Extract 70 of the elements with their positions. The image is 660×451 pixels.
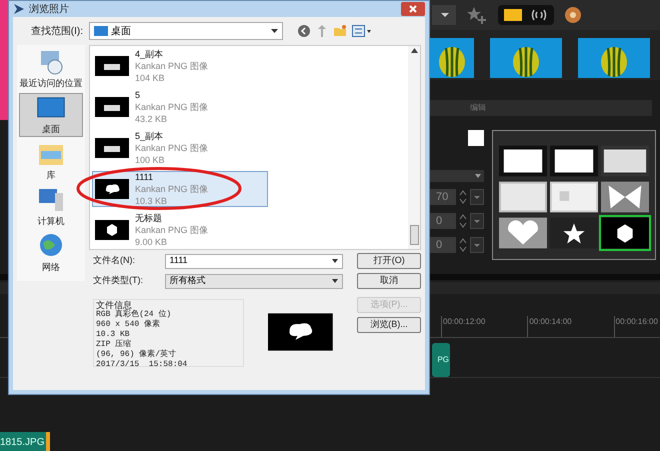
mask-thumbnail[interactable]: [499, 181, 547, 213]
field-label: 文件类型(T):: [93, 274, 144, 288]
look-in-dropdown[interactable]: 桌面: [89, 22, 283, 40]
scrollbar[interactable]: [408, 46, 420, 249]
dropdown-icon[interactable]: [470, 213, 484, 229]
file-item[interactable]: 1111 Kankan PNG 图像 10.3 KB: [92, 171, 268, 207]
file-item[interactable]: 5 Kankan PNG 图像 43.2 KB: [92, 89, 268, 125]
window-title: 浏览照片: [29, 2, 70, 16]
look-in-value: 桌面: [111, 24, 132, 38]
mask-thumbnail[interactable]: [499, 217, 547, 249]
file-info-line: RGB 真彩色(24 位): [96, 310, 172, 319]
filename-field[interactable]: 1111: [164, 254, 344, 268]
close-icon[interactable]: [401, 2, 425, 16]
file-info-title: 文件信息: [96, 300, 132, 310]
mask-thumbnail[interactable]: [550, 145, 598, 177]
mask-thumbnail[interactable]: [601, 217, 649, 249]
video-clip[interactable]: PG: [432, 343, 450, 377]
caret-icon: [332, 259, 338, 263]
back-icon[interactable]: [297, 24, 311, 38]
balloon-thumbnail: [490, 38, 562, 78]
file-info-line: ZIP 压缩: [96, 340, 132, 350]
spin-arrows-icon[interactable]: [458, 189, 468, 205]
scroll-up-icon[interactable]: [410, 48, 418, 53]
balloon-thumbnail: [578, 38, 650, 78]
dropdown-icon[interactable]: [432, 5, 456, 25]
spin-arrows-icon[interactable]: [458, 213, 468, 229]
timecode-label: 00:00:14:00: [527, 316, 574, 337]
star-plus-icon[interactable]: [466, 6, 488, 24]
image-thumbnail: [95, 179, 129, 199]
new-folder-icon[interactable]: [333, 24, 347, 38]
file-info-line: 10.3 KB: [96, 330, 131, 339]
place-item[interactable]: 最近访问的位置: [19, 47, 83, 91]
mask-thumbnail[interactable]: [550, 181, 598, 213]
dropdown-icon[interactable]: [470, 189, 484, 205]
file-info-line: 960 x 540 像素: [96, 320, 162, 330]
dialog-button[interactable]: 取消: [357, 273, 421, 289]
dialog-button[interactable]: 打开(O): [357, 253, 421, 269]
mask-thumbnail[interactable]: [550, 217, 598, 249]
view-menu-icon[interactable]: [352, 25, 372, 37]
desktop-icon: [94, 26, 108, 36]
image-thumbnail: [95, 138, 129, 158]
mask-thumbnail[interactable]: [499, 145, 547, 177]
image-preview: [268, 313, 333, 351]
dropdown-icon[interactable]: [470, 237, 484, 253]
app-logo-icon: [13, 3, 25, 15]
file-info-line: (96, 96) 像素/英寸: [96, 350, 178, 360]
field-label: 文件名(N):: [93, 254, 136, 268]
balloon-thumbnail: [430, 38, 474, 78]
video-clip[interactable]: 1815.JPG: [0, 432, 50, 451]
spin-arrows-icon[interactable]: [458, 237, 468, 253]
look-in-label: 查找范围(I):: [30, 24, 83, 38]
dialog-button[interactable]: 浏览(B)...: [357, 317, 421, 333]
file-item[interactable]: 4_副本 Kankan PNG 图像 104 KB: [92, 48, 268, 84]
scrollbar-thumb[interactable]: [410, 225, 418, 245]
image-thumbnail: [95, 97, 129, 117]
place-item[interactable]: 库: [19, 139, 83, 183]
image-thumbnail: [95, 220, 129, 240]
file-info-line: 2017/3/15 15:58:04: [96, 360, 188, 370]
mask-thumbnail[interactable]: [601, 181, 649, 213]
timecode-label: 00:00:12:00: [441, 316, 488, 337]
file-item[interactable]: 无标题 Kankan PNG 图像 9.00 KB: [92, 212, 268, 248]
mask-thumbnail[interactable]: [601, 145, 649, 177]
color-swatch[interactable]: [468, 130, 484, 146]
place-item[interactable]: 网络: [19, 231, 83, 275]
filetype-dropdown[interactable]: 所有格式: [164, 274, 344, 288]
image-thumbnail: [95, 56, 129, 76]
timecode-label: 00:00:16:00: [614, 316, 660, 337]
place-item[interactable]: 计算机: [19, 185, 83, 229]
file-item[interactable]: 5_副本 Kankan PNG 图像 100 KB: [92, 130, 268, 166]
place-item[interactable]: 桌面: [19, 93, 83, 137]
